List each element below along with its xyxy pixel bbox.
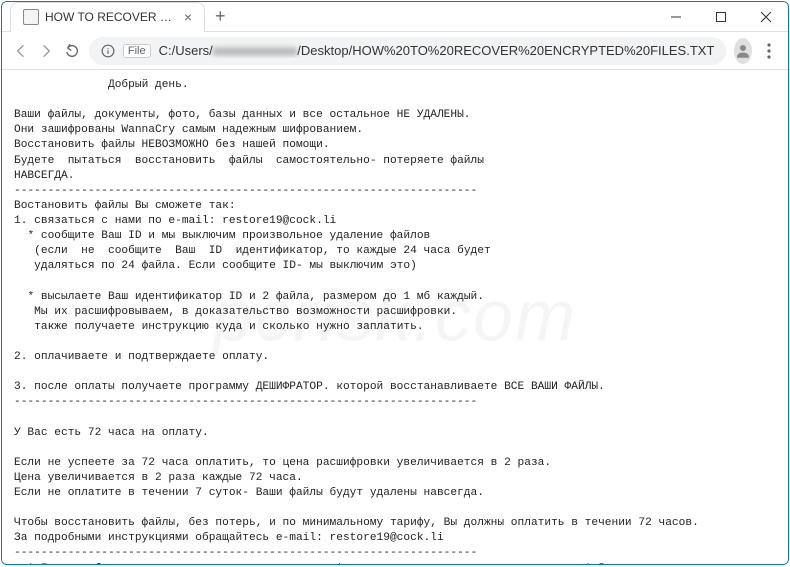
maximize-button[interactable] <box>698 2 743 32</box>
back-button[interactable] <box>12 37 30 65</box>
reload-button[interactable] <box>63 37 81 65</box>
new-tab-button[interactable]: + <box>215 6 226 27</box>
tab-title: HOW TO RECOVER ENCRYPTED F <box>45 10 176 24</box>
tab-close-button[interactable]: × <box>182 9 194 25</box>
browser-tab[interactable]: HOW TO RECOVER ENCRYPTED F × <box>10 2 205 32</box>
close-button[interactable] <box>743 2 788 32</box>
info-icon[interactable] <box>101 44 115 58</box>
document-text: Добрый день. Ваши файлы, документы, фото… <box>14 79 699 564</box>
window-controls <box>653 2 788 32</box>
url-scheme-badge: File <box>123 44 151 58</box>
menu-button[interactable] <box>760 37 778 65</box>
address-bar: File C:/Users/xxxxxxxxxxxxx/Desktop/HOW%… <box>2 32 788 70</box>
url-text: C:/Users/xxxxxxxxxxxxx/Desktop/HOW%20TO%… <box>159 43 715 58</box>
page-content: Добрый день. Ваши файлы, документы, фото… <box>2 70 788 564</box>
titlebar: HOW TO RECOVER ENCRYPTED F × + <box>2 2 788 32</box>
forward-button <box>38 37 56 65</box>
browser-window: HOW TO RECOVER ENCRYPTED F × + <box>1 1 789 565</box>
profile-avatar[interactable] <box>734 38 752 64</box>
minimize-button[interactable] <box>653 2 698 32</box>
url-input[interactable]: File C:/Users/xxxxxxxxxxxxx/Desktop/HOW%… <box>89 37 727 65</box>
page-favicon <box>23 9 39 25</box>
